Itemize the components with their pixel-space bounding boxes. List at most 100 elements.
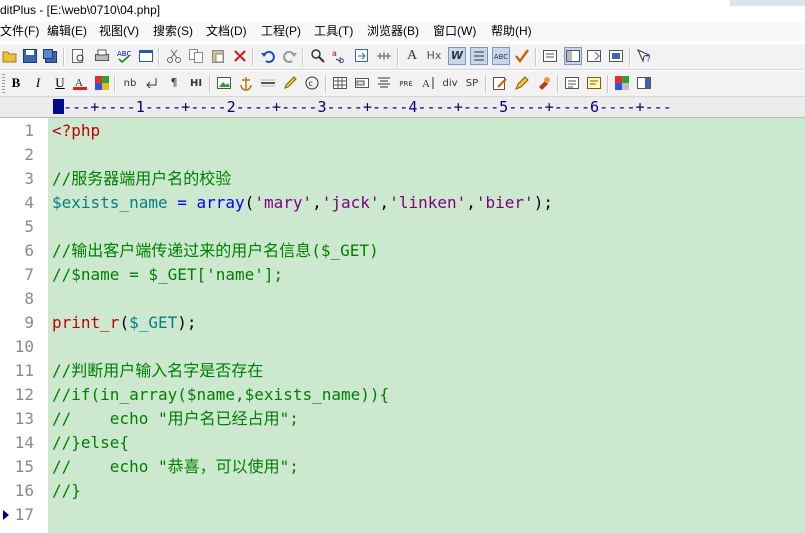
div-button[interactable]: div	[442, 75, 458, 91]
bold-button[interactable]: B	[8, 75, 24, 91]
preview-pane-icon[interactable]	[636, 75, 652, 91]
color-picker-icon[interactable]	[94, 75, 110, 91]
directory-window-icon[interactable]	[542, 48, 558, 64]
copyright-icon[interactable]: c	[304, 75, 320, 91]
code-line[interactable]: //服务器端用户名的校验	[52, 167, 231, 191]
toolbar-separator	[325, 75, 327, 93]
cut-icon[interactable]	[166, 48, 182, 64]
output-window-icon[interactable]	[564, 47, 582, 65]
abc-spell-icon[interactable]: ABC	[492, 47, 510, 65]
menu-project[interactable]: 工程(P)	[261, 22, 301, 41]
paragraph-button[interactable]: ¶	[166, 75, 182, 91]
code-line[interactable]: <?php	[52, 119, 100, 143]
editor[interactable]: 1 <?php 2 3 //服务器端用户名的校验 4 $exists_name = arra…	[0, 118, 805, 533]
horizontal-rule-icon[interactable]	[260, 75, 276, 91]
pencil-icon[interactable]	[514, 75, 530, 91]
line-number: 3	[24, 169, 34, 188]
menu-edit[interactable]: 编辑(E)	[47, 22, 87, 41]
open-file-icon[interactable]	[2, 48, 18, 64]
highlight-icon[interactable]	[282, 75, 298, 91]
code-token-comment: //判断用户输入名字是否存在	[52, 361, 264, 380]
font-size-icon[interactable]: A	[404, 48, 420, 64]
menu-browser[interactable]: 浏览器(B)	[367, 22, 419, 41]
toolbar-separator	[557, 75, 559, 93]
italic-button[interactable]: I	[30, 75, 46, 91]
nbsp-button[interactable]: nb	[122, 75, 138, 91]
ruler: ---+----1----+----2----+----3----+----4-…	[0, 97, 805, 118]
menu-bar: 文件(F) 编辑(E) 视图(V) 搜索(S) 文档(D) 工程(P) 工具(T…	[0, 22, 805, 41]
palette-icon[interactable]	[614, 75, 630, 91]
check-icon[interactable]	[514, 48, 530, 64]
print-icon[interactable]	[94, 48, 110, 64]
paste-icon[interactable]	[210, 48, 226, 64]
help-icon[interactable]: ?	[636, 48, 652, 65]
menu-tools[interactable]: 工具(T)	[314, 22, 353, 41]
nbsp-label: nb	[123, 78, 137, 89]
code-line[interactable]: //}	[52, 479, 81, 503]
line-number: 13	[14, 409, 34, 428]
code-token-comment: //输出客户端传递过来的用户名信息($_GET)	[52, 241, 379, 260]
save-icon[interactable]	[22, 48, 38, 64]
menu-file[interactable]: 文件(F)	[0, 22, 39, 41]
menu-search[interactable]: 搜索(S)	[153, 22, 193, 41]
code-line[interactable]: // echo "用户名已经占用";	[52, 407, 299, 431]
redo-icon[interactable]	[282, 48, 298, 64]
code-line[interactable]: // echo "恭喜，可以使用";	[52, 455, 299, 479]
goto-icon[interactable]	[354, 48, 370, 64]
ruler-icon[interactable]	[376, 48, 392, 64]
save-all-icon[interactable]	[42, 48, 58, 64]
spell-check-icon[interactable]: ABC	[116, 48, 132, 64]
snippet-icon[interactable]	[586, 75, 602, 91]
replace-icon[interactable]: ab	[332, 48, 348, 65]
code-token-variable: $_GET	[129, 313, 178, 332]
align-center-icon[interactable]	[376, 75, 392, 91]
fullscreen-icon[interactable]	[608, 48, 624, 64]
find-icon[interactable]	[310, 48, 326, 64]
span-label: SP	[465, 78, 479, 89]
code-line[interactable]: $exists_name = array('mary','jack','link…	[52, 191, 553, 215]
svg-text:?: ?	[646, 55, 651, 64]
menu-document[interactable]: 文档(D)	[206, 22, 247, 41]
code-line[interactable]: print_r($_GET);	[52, 311, 197, 335]
toolbar-separator	[158, 48, 160, 66]
browser-view-icon[interactable]	[138, 48, 154, 64]
toolbar-separator	[302, 48, 304, 66]
line-number-icon[interactable]	[470, 47, 488, 65]
code-line[interactable]: //if(in_array($name,$exists_name)){	[52, 383, 389, 407]
menu-window[interactable]: 窗口(W)	[433, 22, 476, 41]
code-line[interactable]: //输出客户端传递过来的用户名信息($_GET)	[52, 239, 379, 263]
word-wrap-icon[interactable]: W	[448, 47, 466, 65]
form-icon[interactable]	[354, 75, 370, 91]
code-line[interactable]: //判断用户输入名字是否存在	[52, 359, 263, 383]
current-line-marker	[3, 510, 9, 520]
anchor-icon[interactable]	[238, 75, 254, 91]
toolbox-icon[interactable]	[536, 75, 552, 91]
print-preview-icon[interactable]	[70, 48, 86, 64]
list-icon[interactable]	[564, 75, 580, 91]
comment-icon[interactable]: A	[420, 75, 436, 91]
toolbar-separator	[63, 48, 65, 66]
hx-icon[interactable]: Hx	[426, 48, 442, 64]
menu-help[interactable]: 帮助(H)	[491, 22, 532, 41]
delete-icon[interactable]	[232, 48, 248, 64]
style-edit-icon[interactable]	[492, 75, 508, 91]
svg-text:b: b	[339, 56, 344, 64]
code-line[interactable]: //}else{	[52, 431, 129, 455]
line-break-icon[interactable]	[144, 75, 160, 91]
font-color-icon[interactable]: A	[72, 75, 88, 91]
image-icon[interactable]	[216, 75, 232, 91]
code-token-string: 'linken'	[389, 193, 467, 212]
span-button[interactable]: SP	[464, 75, 480, 91]
copy-icon[interactable]	[188, 48, 204, 64]
line-number: 5	[24, 217, 34, 236]
heading-button[interactable]: HI	[188, 75, 204, 91]
cliptext-icon[interactable]	[586, 48, 602, 64]
pre-button[interactable]: PRE	[398, 75, 414, 91]
table-icon[interactable]	[332, 75, 348, 91]
undo-icon[interactable]	[260, 48, 276, 64]
window-title: ditPlus - [E:\web\0710\04.php]	[0, 3, 161, 17]
underline-button[interactable]: U	[52, 75, 68, 91]
toolbar-grip[interactable]	[2, 74, 5, 94]
code-line[interactable]: //$name = $_GET['name'];	[52, 263, 283, 287]
menu-view[interactable]: 视图(V)	[99, 22, 139, 41]
